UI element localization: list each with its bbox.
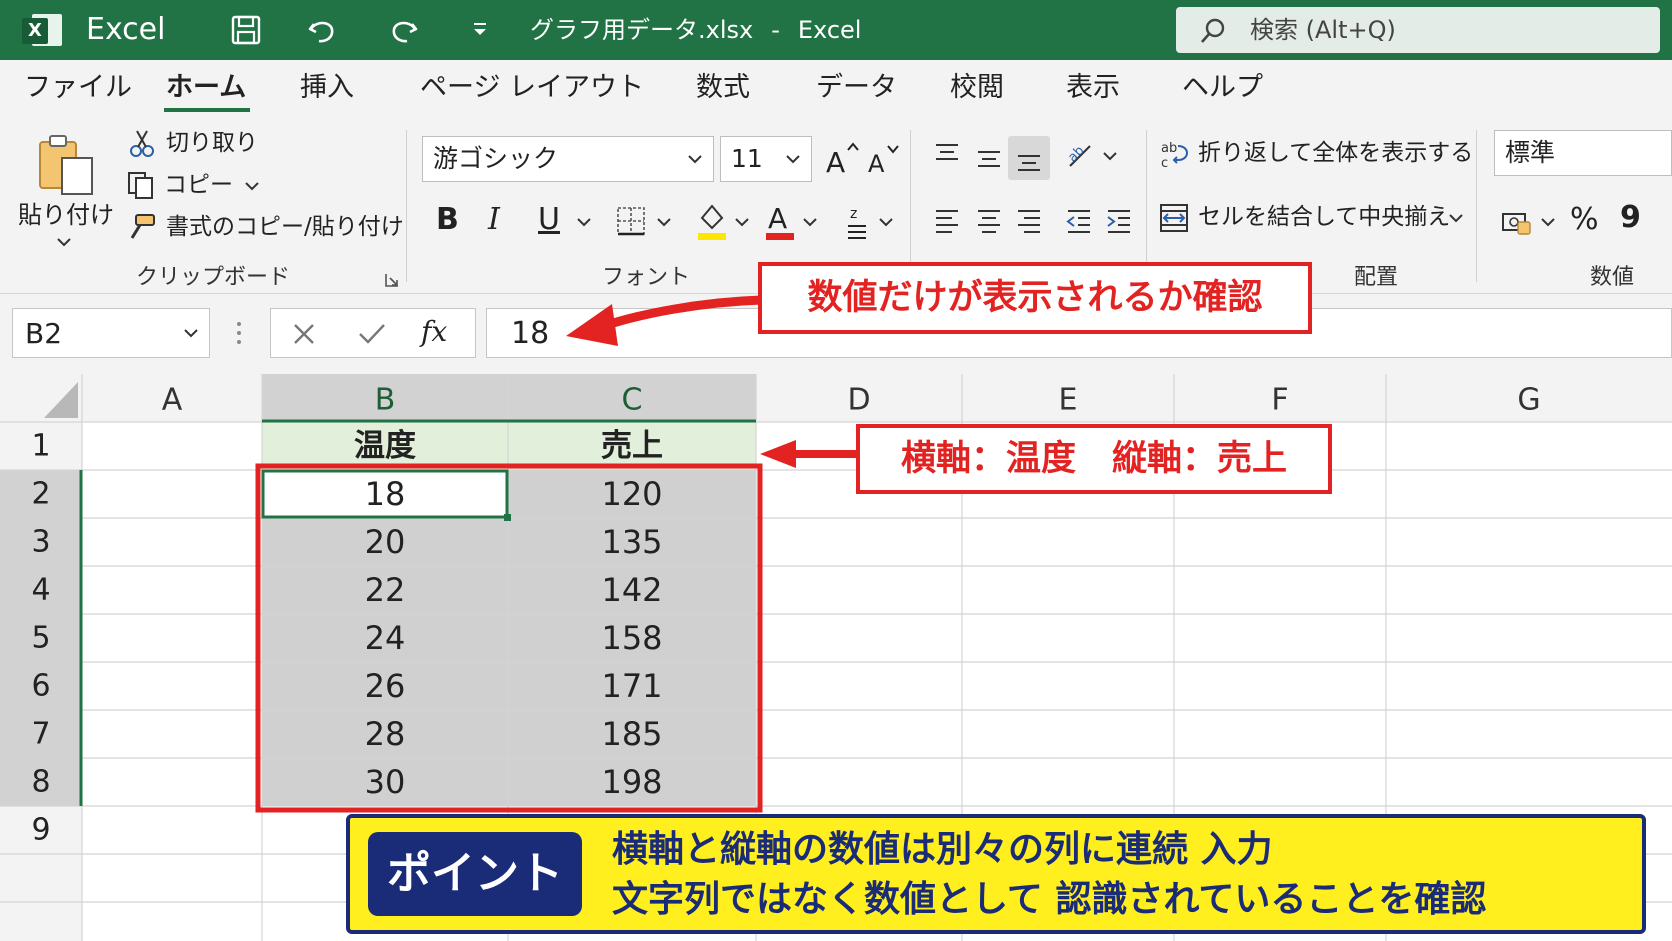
point-line-1: 横軸と縦軸の数値は別々の列に連続 入力 bbox=[612, 829, 1273, 870]
callout-axes: 横軸：温度 縦軸：売上 bbox=[856, 424, 1332, 494]
callout-check-values: 数値だけが表示されるか確認 bbox=[758, 262, 1312, 334]
arrow-to-header-head bbox=[760, 440, 796, 468]
arrow-to-formula bbox=[602, 295, 763, 331]
callout-axis-x: 横軸：温度 bbox=[900, 439, 1076, 479]
point-line-2: 文字列ではなく数値として 認識されていることを確認 bbox=[612, 879, 1487, 920]
point-tag: ポイント bbox=[368, 832, 582, 916]
annotation-arrows bbox=[566, 295, 856, 468]
point-box: ポイント 横軸と縦軸の数値は別々の列に連続 入力 文字列ではなく数値として 認識… bbox=[346, 814, 1646, 934]
arrow-to-formula-head bbox=[566, 304, 618, 346]
callout-axis-y: 縦軸：売上 bbox=[1112, 439, 1288, 479]
